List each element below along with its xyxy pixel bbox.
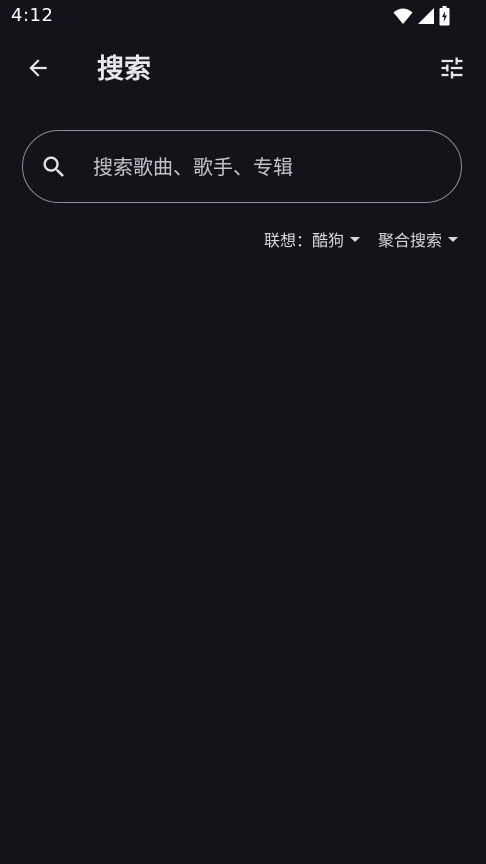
top-app-bar: 搜索 [0,34,486,106]
search-icon [40,153,68,181]
search-box[interactable] [22,130,462,203]
dropdown-caret-icon [448,236,458,242]
search-screen: 4:12 搜索 搜索歌曲、歌手、专辑 联想：酷狗 聚合搜索 [0,0,486,864]
back-button[interactable] [16,48,60,92]
search-mode-dropdown[interactable]: 聚合搜索 [378,227,458,251]
cellular-signal-icon [417,7,435,25]
battery-charging-icon [439,6,450,26]
filter-settings-button[interactable] [430,48,474,92]
arrow-left-icon [25,55,51,85]
search-input[interactable] [93,147,433,187]
suggest-source-dropdown[interactable]: 联想：酷狗 [264,227,360,251]
page-title: 搜索 [97,54,151,85]
search-mode-label: 聚合搜索 [377,231,442,250]
status-bar: 4:12 [0,0,486,34]
suggest-source-label: 联想：酷狗 [263,231,344,250]
dropdown-caret-icon [349,236,360,242]
wifi-icon [393,7,413,25]
status-time: 4:12 [11,5,54,26]
status-icons [393,6,450,26]
search-options-row: 联想：酷狗 聚合搜索 [264,226,458,252]
tune-sliders-icon [438,54,466,86]
